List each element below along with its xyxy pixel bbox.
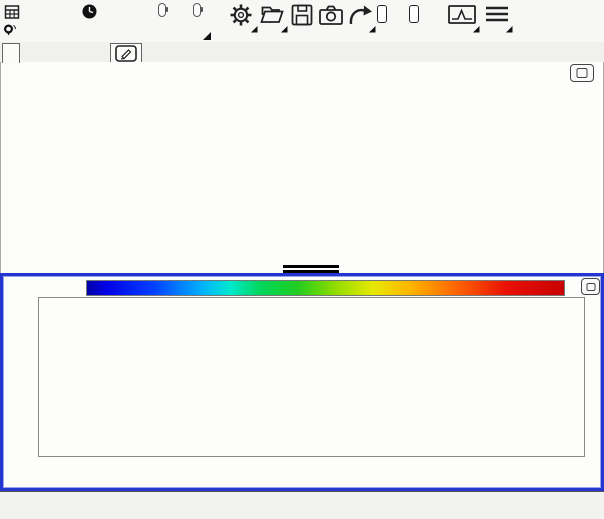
single-run-button[interactable]: [409, 5, 419, 23]
dropdown-corner-icon: [251, 26, 258, 33]
tab-rt-spectrum[interactable]: [2, 43, 20, 63]
status-bar: [0, 491, 604, 519]
battery-b-indicator: [193, 3, 201, 17]
pencil-icon: [115, 45, 137, 62]
open-folder-icon[interactable]: [259, 3, 285, 29]
spectrogram-maximize-button[interactable]: [581, 278, 600, 295]
dropdown-corner-icon: [506, 26, 513, 33]
dropdown-corner-icon: [281, 26, 288, 33]
spectrum-panel: [0, 62, 604, 274]
edit-layout-button[interactable]: [110, 43, 142, 63]
toolbar: [0, 0, 604, 42]
clock-icon: [82, 4, 97, 19]
display-config-icon[interactable]: [447, 3, 477, 29]
battery-a-indicator: [158, 3, 166, 17]
dropdown-corner-icon: [369, 26, 376, 33]
colorbar-gradient: [86, 280, 565, 296]
dropdown-corner-icon: [473, 26, 480, 33]
menu-hamburger-icon[interactable]: [484, 3, 510, 29]
calendar-icon: [4, 4, 20, 20]
tab-bar: [0, 42, 604, 63]
panel-splitter-handle[interactable]: [283, 265, 339, 273]
save-icon[interactable]: [290, 3, 316, 29]
run-button[interactable]: [377, 5, 387, 23]
spectrum-maximize-button[interactable]: [570, 64, 594, 82]
spectrum-plot-area[interactable]: [39, 85, 584, 243]
spectrogram-panel: [0, 273, 604, 491]
gps-icon: [3, 24, 19, 39]
app-window: [0, 0, 604, 519]
redo-arrow-icon[interactable]: [347, 3, 373, 29]
spectrogram-plot-area[interactable]: [38, 297, 585, 457]
screenshot-camera-icon[interactable]: [318, 3, 344, 29]
settings-gear-icon[interactable]: [229, 3, 255, 29]
expand-status-triangle[interactable]: [203, 32, 212, 41]
